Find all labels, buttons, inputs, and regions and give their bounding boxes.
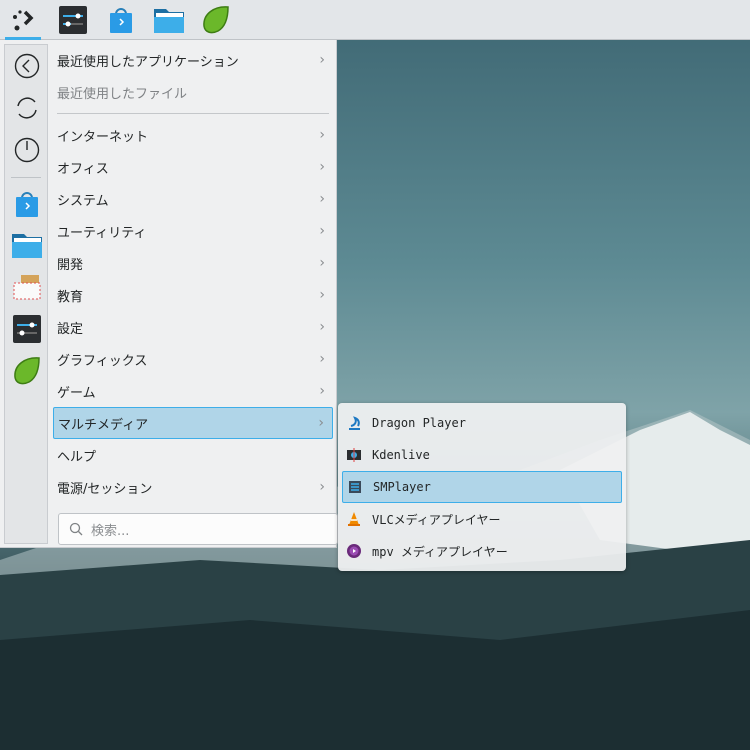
- menu-item-recent-apps[interactable]: 最近使用したアプリケーション ›: [53, 44, 333, 76]
- discover-icon: [110, 8, 132, 33]
- settings-icon: [13, 315, 41, 343]
- menu-item-category[interactable]: 電源/セッション ›: [53, 471, 333, 503]
- submenu-item-smplayer[interactable]: SMPlayer: [342, 471, 622, 503]
- sidebar-mail[interactable]: [11, 271, 43, 303]
- power-icon: [14, 137, 40, 163]
- vlc-icon: [346, 511, 362, 527]
- menu-item-label: 最近使用したアプリケーション: [57, 54, 239, 70]
- menu-item-category[interactable]: ゲーム ›: [53, 375, 333, 407]
- mail-icon: [13, 275, 41, 300]
- menu-item-label: 設定: [57, 321, 84, 337]
- menu-item-label: インターネット: [57, 129, 149, 145]
- chevron-right-icon: ›: [319, 319, 325, 335]
- dragon-player-icon: [346, 415, 362, 431]
- menu-item-category[interactable]: ユーティリティ ›: [53, 215, 333, 247]
- menu-item-category[interactable]: 設定 ›: [53, 311, 333, 343]
- chevron-right-icon: ›: [319, 383, 325, 399]
- kdenlive-icon: [346, 447, 362, 463]
- sidebar-file-manager[interactable]: [11, 229, 43, 261]
- menu-item-label: オフィス: [57, 161, 109, 177]
- menu-item-category[interactable]: オフィス ›: [53, 151, 333, 183]
- submenu-item-label: Dragon Player: [372, 416, 466, 430]
- discover-button[interactable]: [103, 2, 139, 38]
- menu-item-label: 教育: [57, 289, 84, 305]
- chevron-right-icon: ›: [319, 159, 325, 175]
- menu-item-category[interactable]: インターネット ›: [53, 119, 333, 151]
- sidebar-settings[interactable]: [11, 313, 43, 345]
- submenu-item-label: SMPlayer: [373, 480, 431, 494]
- chevron-right-icon: ›: [319, 191, 325, 207]
- search-icon: [69, 522, 83, 536]
- menu-item-label: ユーティリティ: [57, 225, 147, 241]
- menu-item-category[interactable]: マルチメディア ›: [53, 407, 333, 439]
- discover-icon: [16, 192, 38, 217]
- refresh-button[interactable]: [11, 92, 43, 124]
- chevron-right-icon: ›: [319, 255, 325, 271]
- launcher-icon: [13, 10, 34, 31]
- favorites-sidebar: [4, 44, 48, 544]
- menu-item-category[interactable]: ヘルプ: [53, 439, 333, 471]
- file-manager-button[interactable]: [151, 2, 187, 38]
- menu-item-label: システム: [57, 193, 109, 209]
- menu-item-label: グラフィックス: [57, 353, 148, 369]
- menu-item-label: 電源/セッション: [57, 481, 153, 497]
- chevron-right-icon: ›: [319, 52, 325, 68]
- search-placeholder: 検索...: [91, 523, 130, 539]
- menu-item-label: 最近使用したファイル: [57, 86, 188, 102]
- chevron-right-icon: ›: [318, 415, 324, 431]
- menu-item-label: マルチメディア: [58, 417, 149, 433]
- submenu-item-label: mpv メディアプレイヤー: [372, 544, 508, 559]
- power-button[interactable]: [11, 134, 43, 166]
- refresh-icon: [17, 97, 37, 119]
- chevron-right-icon: ›: [319, 223, 325, 239]
- submenu-item-kdenlive[interactable]: Kdenlive: [342, 439, 622, 471]
- submenu-item-mpv[interactable]: mpv メディアプレイヤー: [342, 535, 622, 567]
- menu-item-label: ヘルプ: [57, 449, 97, 465]
- chevron-right-icon: ›: [319, 351, 325, 367]
- folder-icon: [12, 234, 42, 258]
- top-panel: [0, 0, 750, 40]
- back-icon: [14, 53, 40, 79]
- multimedia-submenu: Dragon Player Kdenlive SMPlayer VLCメディアプ…: [338, 403, 626, 571]
- folder-icon: [154, 9, 184, 33]
- menu-item-category[interactable]: 開発 ›: [53, 247, 333, 279]
- menu-divider: [57, 113, 329, 114]
- menu-item-category[interactable]: グラフィックス ›: [53, 343, 333, 375]
- system-settings-button[interactable]: [55, 2, 91, 38]
- back-button[interactable]: [11, 50, 43, 82]
- search-input[interactable]: 検索...: [58, 513, 338, 545]
- meteo-button[interactable]: [198, 2, 234, 38]
- mpv-icon: [346, 543, 362, 559]
- sidebar-discover[interactable]: [11, 188, 43, 220]
- leaf-icon: [203, 6, 229, 34]
- menu-item-recent-files[interactable]: 最近使用したファイル: [53, 76, 333, 108]
- submenu-item-vlc[interactable]: VLCメディアプレイヤー: [342, 503, 622, 535]
- application-launcher-button[interactable]: [5, 2, 41, 40]
- menu-item-label: ゲーム: [57, 385, 96, 401]
- submenu-item-label: Kdenlive: [372, 448, 430, 462]
- chevron-right-icon: ›: [319, 479, 325, 495]
- menu-item-label: 開発: [57, 257, 84, 273]
- menu-item-category[interactable]: システム ›: [53, 183, 333, 215]
- smplayer-icon: [347, 479, 363, 495]
- chevron-right-icon: ›: [319, 127, 325, 143]
- chevron-right-icon: ›: [319, 287, 325, 303]
- menu-item-category[interactable]: 教育 ›: [53, 279, 333, 311]
- sidebar-meteo[interactable]: [11, 355, 43, 387]
- submenu-item-dragon-player[interactable]: Dragon Player: [342, 407, 622, 439]
- application-menu: 最近使用したアプリケーション › 最近使用したファイル インターネット › オフィス ›…: [0, 40, 338, 548]
- submenu-item-label: VLCメディアプレイヤー: [372, 512, 501, 527]
- leaf-icon: [14, 357, 40, 385]
- sidebar-divider: [11, 177, 41, 178]
- settings-icon: [59, 6, 87, 34]
